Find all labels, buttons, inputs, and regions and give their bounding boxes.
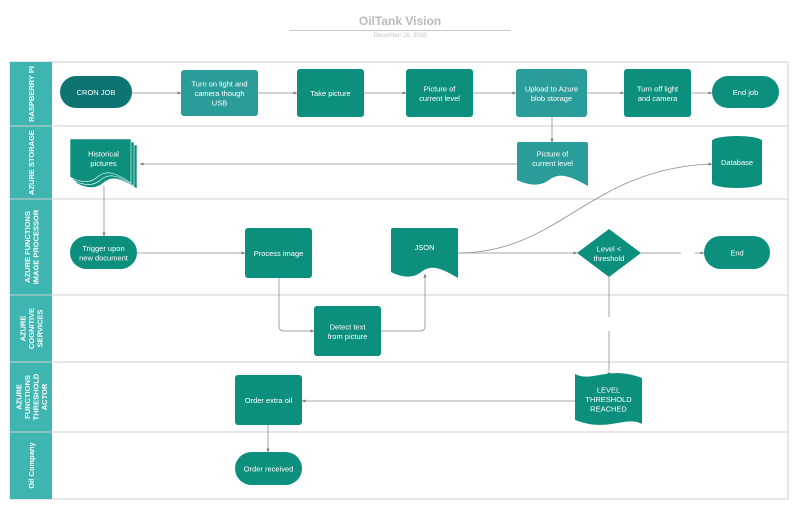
node-label-line: Process image — [254, 249, 304, 258]
lane-label: AZURE FUNCTIONSIMAGE PROCESSOR — [23, 209, 41, 284]
node-label-line: Order extra oil — [245, 396, 293, 405]
node-label-line: JSON — [414, 243, 434, 252]
lane-label: RASPBERRY PI — [27, 66, 36, 122]
node-label-line: LEVEL — [597, 386, 620, 395]
node-label-line: new document — [79, 253, 129, 262]
node-label: Picture of current level — [532, 149, 573, 168]
lane-label-line: SERVICES — [36, 310, 45, 348]
lane-label: Oil Company — [27, 442, 36, 489]
node-label-line: Upload to Azure — [525, 84, 578, 93]
node-trigger[interactable]: Trigger upon new document — [70, 236, 137, 269]
lane-label-line: IMAGE PROCESSOR — [31, 209, 40, 284]
node-label-line: Turn on light and — [191, 80, 247, 89]
node-label-line: USB — [212, 99, 227, 108]
node-label-line: Detect text — [330, 322, 367, 331]
node-label: Historical pictures — [88, 149, 119, 168]
node-label: Turn off light and camera — [637, 84, 679, 103]
node-label: Process image — [254, 249, 304, 258]
node-label-line: CRON JOB — [77, 88, 116, 97]
node-turnoff[interactable]: Turn off light and camera — [624, 69, 691, 117]
diagram-frame — [9, 61, 789, 500]
node-label: Order extra oil — [245, 396, 293, 405]
node-endjob[interactable]: End job — [712, 76, 779, 108]
node-label: Level < threshold — [594, 244, 625, 263]
node-label: Upload to Azure blob storage — [525, 84, 578, 103]
node-label: End — [730, 249, 743, 258]
swimlane-diagram: RASPBERRY PI AZURE STORAGE AZURE FUNCTIONS… — [9, 61, 789, 500]
node-label: CRON JOB — [77, 88, 116, 97]
lane-label: AZURE STORAGE — [27, 130, 36, 195]
node-label-line: camera though — [194, 89, 244, 98]
node-label-line: End — [730, 249, 743, 258]
lane-raspberry: RASPBERRY PI — [10, 62, 52, 126]
node-label-line: current level — [419, 94, 460, 103]
node-db[interactable]: Database — [712, 136, 762, 188]
node-label-line: Trigger upon — [82, 244, 124, 253]
node-label-line: End job — [733, 88, 758, 97]
node-label-line: Picture of — [424, 84, 457, 93]
node-label-line: current level — [532, 159, 573, 168]
node-label-line: Historical — [88, 149, 119, 158]
node-label: Database — [721, 158, 753, 167]
node-cron[interactable]: CRON JOB — [60, 76, 132, 108]
node-label: End job — [733, 88, 758, 97]
lane-label-line: RASPBERRY PI — [27, 66, 36, 122]
node-received[interactable]: Order received — [235, 452, 302, 485]
node-label-line: blob storage — [531, 94, 572, 103]
node-label-line: Level < — [597, 244, 622, 253]
lane-label-line: Oil Company — [27, 442, 36, 489]
node-process[interactable]: Process image — [245, 228, 312, 278]
node-label-line: pictures — [90, 159, 117, 168]
node-turnon[interactable]: Turn on light and camera though USB — [181, 70, 258, 116]
node-label: Take picture — [310, 89, 350, 98]
node-hist[interactable]: Historical pictures — [69, 138, 138, 190]
node-label: Detect text from picture — [328, 322, 368, 341]
node-upload[interactable]: Upload to Azure blob storage — [516, 69, 587, 117]
node-pic1[interactable]: Picture of current level — [406, 69, 473, 117]
node-order[interactable]: Order extra oil — [235, 375, 302, 425]
node-take[interactable]: Take picture — [297, 69, 364, 117]
node-level[interactable]: LEVEL THRESHOLD REACHED — [575, 373, 642, 425]
node-label-line: Order received — [244, 465, 294, 474]
node-label-line: THRESHOLD — [585, 395, 632, 404]
node-label-line: and camera — [638, 94, 678, 103]
node-label-line: threshold — [594, 254, 625, 263]
node-label-line: Database — [721, 158, 753, 167]
node-label: Trigger upon new document — [79, 244, 129, 263]
node-label: Order received — [244, 465, 294, 474]
node-label-line: REACHED — [590, 405, 627, 414]
node-label-line: Turn off light — [637, 84, 679, 93]
node-label: JSON — [414, 243, 434, 252]
node-label: Picture of current level — [419, 84, 460, 103]
lane-label-line: AZURE STORAGE — [27, 130, 36, 195]
node-detect[interactable]: Detect text from picture — [314, 306, 381, 356]
node-label-line: Take picture — [310, 89, 350, 98]
node-label-line: from picture — [328, 332, 368, 341]
lane-label-line: ACTOR — [40, 383, 49, 410]
node-label-line: Picture of — [537, 149, 570, 158]
node-end[interactable]: End — [704, 236, 770, 269]
